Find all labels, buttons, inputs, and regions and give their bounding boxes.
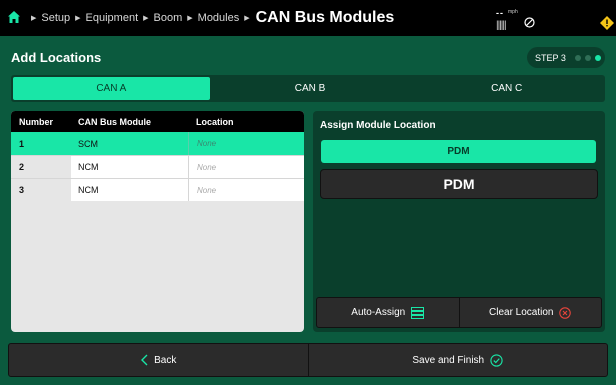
can-tabs: CAN A CAN B CAN C [11, 75, 605, 102]
breadcrumb-item-modules[interactable]: Modules [198, 12, 240, 24]
assign-label: Assign Module Location [320, 120, 436, 131]
column-header-number: Number [19, 116, 54, 127]
row-number: 1 [11, 132, 71, 155]
step-dot [585, 55, 591, 61]
breadcrumb-item-setup[interactable]: Setup [41, 12, 70, 24]
step-dot-active [595, 55, 601, 61]
tab-can-a[interactable]: CAN A [13, 77, 210, 100]
chevron-right-icon: ▶ [75, 15, 81, 22]
row-module: NCM [71, 179, 188, 201]
auto-assign-label: Auto-Assign [351, 307, 406, 318]
row-location: None [188, 132, 304, 155]
page-title: CAN Bus Modules [255, 9, 395, 26]
back-label: Back [154, 354, 177, 366]
row-module: NCM [71, 156, 188, 178]
table-row[interactable]: 3 NCM None [11, 178, 304, 201]
tab-can-c[interactable]: CAN C [408, 75, 605, 102]
location-option-pdm[interactable]: PDM [321, 140, 596, 163]
chevron-right-icon: ▶ [187, 15, 193, 22]
close-circle-icon [559, 306, 572, 319]
row-location: None [188, 179, 304, 201]
table-row[interactable]: 2 NCM None [11, 155, 304, 178]
column-header-location: Location [196, 116, 234, 127]
warning-icon[interactable] [600, 16, 614, 30]
bottom-nav: Back Save and Finish [8, 343, 608, 377]
clear-location-button[interactable]: Clear Location [458, 298, 602, 327]
breadcrumb-item-equipment[interactable]: Equipment [86, 12, 139, 24]
action-bar: Auto-Assign Clear Location [316, 297, 602, 328]
chevron-left-icon [141, 354, 148, 366]
chevron-right-icon: ▶ [244, 15, 250, 22]
breadcrumb: ▶ Setup ▶ Equipment ▶ Boom ▶ Modules ▶ C… [26, 0, 394, 36]
column-header-module: CAN Bus Module [78, 116, 151, 127]
step-dot [575, 55, 581, 61]
section-title: Add Locations [11, 50, 102, 65]
chevron-right-icon: ▶ [31, 15, 37, 22]
tab-can-b[interactable]: CAN B [212, 75, 409, 102]
save-label: Save and Finish [412, 354, 485, 366]
assign-location-panel: Assign Module Location PDM PDM Auto-Assi… [313, 111, 605, 332]
row-number: 3 [11, 179, 71, 201]
row-location: None [188, 156, 304, 178]
speed-value: -- [496, 8, 504, 18]
auto-assign-button[interactable]: Auto-Assign [317, 298, 459, 327]
gps-icon [524, 17, 535, 28]
signal-bars: |||||| [496, 20, 507, 31]
home-icon[interactable] [7, 10, 21, 24]
chevron-right-icon: ▶ [143, 15, 149, 22]
list-icon [411, 306, 425, 319]
step-indicator: STEP 3 [527, 47, 605, 68]
modules-table: Number CAN Bus Module Location 1 SCM Non… [11, 111, 304, 332]
save-and-finish-button[interactable]: Save and Finish [307, 344, 608, 376]
row-number: 2 [11, 156, 71, 178]
location-selection[interactable]: PDM [320, 169, 598, 199]
top-bar: ▶ Setup ▶ Equipment ▶ Boom ▶ Modules ▶ C… [0, 0, 616, 36]
check-circle-icon [490, 353, 503, 367]
breadcrumb-item-boom[interactable]: Boom [154, 12, 183, 24]
speed-unit: mph [508, 9, 518, 15]
table-header: Number CAN Bus Module Location [11, 111, 304, 132]
back-button[interactable]: Back [9, 344, 308, 376]
clear-location-label: Clear Location [489, 307, 554, 318]
table-row[interactable]: 1 SCM None [11, 132, 304, 155]
row-module: SCM [71, 132, 188, 155]
step-label: STEP 3 [535, 52, 566, 63]
